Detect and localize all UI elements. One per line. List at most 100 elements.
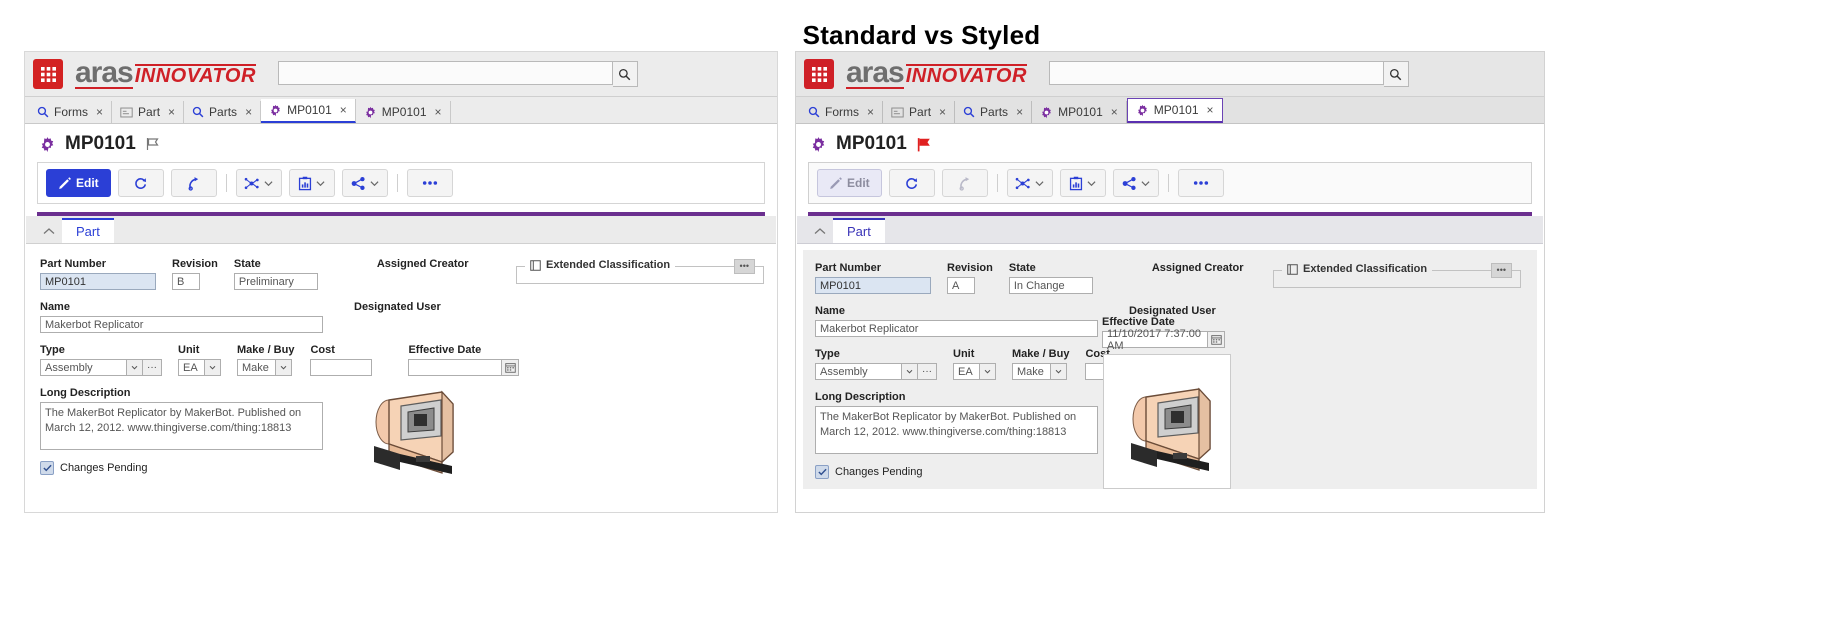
tab-close-icon[interactable]: × [435, 105, 442, 119]
unit-combo[interactable]: EA [178, 359, 221, 376]
tab-parts[interactable]: Parts × [955, 101, 1033, 123]
tab-close-icon[interactable]: × [168, 105, 175, 119]
make-buy-combo[interactable]: Make [237, 359, 294, 376]
state-input[interactable]: In Change [1008, 277, 1093, 294]
changes-pending-checkbox[interactable] [815, 465, 829, 479]
make-buy-combo[interactable]: Make [1012, 363, 1069, 380]
tab-close-icon[interactable]: × [1111, 105, 1118, 119]
outline-flag-icon[interactable] [145, 136, 161, 152]
form-body: Part Part Number MP0101 Revision B State [25, 216, 777, 485]
chevron-down-icon[interactable] [275, 359, 292, 376]
tab-close-icon[interactable]: × [96, 105, 103, 119]
effective-date-combo[interactable]: 11/10/2017 7:37:00 AM [1102, 328, 1225, 352]
form-row-2: Name Makerbot Replicator Designated User [40, 301, 762, 333]
extended-classification-menu[interactable]: ••• [1490, 263, 1512, 278]
refresh-button[interactable] [888, 169, 935, 197]
refresh-button[interactable] [117, 169, 164, 197]
tab-forms[interactable]: Forms × [800, 101, 884, 123]
tab-close-icon[interactable]: × [1207, 103, 1214, 117]
tab-forms[interactable]: Forms × [29, 101, 113, 123]
more-actions-button[interactable] [406, 169, 453, 197]
structure-button[interactable] [235, 169, 282, 197]
field-part-number: Part Number MP0101 [815, 262, 931, 294]
chevron-down-icon[interactable] [1050, 363, 1067, 380]
share-button[interactable] [1112, 169, 1159, 197]
collapse-icon[interactable] [36, 220, 62, 243]
field-revision: Revision B [172, 258, 218, 290]
revision-input[interactable]: B [172, 273, 200, 290]
tab-part[interactable]: Part × [883, 101, 956, 123]
collapse-icon[interactable] [807, 220, 833, 243]
tab-part-section[interactable]: Part [62, 218, 114, 243]
search-input[interactable] [277, 61, 613, 85]
unit-input[interactable]: EA [178, 359, 204, 376]
report-button[interactable] [1059, 169, 1106, 197]
app-grid-icon[interactable] [33, 59, 63, 89]
type-ellipsis-button[interactable]: ··· [142, 359, 162, 376]
part-preview-image [1131, 387, 1211, 471]
redo-button[interactable] [941, 169, 988, 197]
long-description-textarea[interactable]: The MakerBot Replicator by MakerBot. Pub… [40, 402, 323, 450]
tab-mp0101-b[interactable]: MP0101 × [1126, 98, 1223, 123]
tab-mp0101-a[interactable]: MP0101 × [261, 99, 356, 123]
make-buy-input[interactable]: Make [1012, 363, 1050, 380]
redo-button[interactable] [170, 169, 217, 197]
effective-date-input[interactable]: 11/10/2017 7:37:00 AM [1102, 328, 1208, 352]
search-input[interactable] [1048, 61, 1384, 85]
more-actions-button[interactable] [1177, 169, 1224, 197]
tab-mp0101-a[interactable]: MP0101 × [1032, 101, 1127, 123]
app-grid-icon[interactable] [804, 59, 834, 89]
tab-label: Parts [980, 105, 1009, 119]
field-type: Type Assembly ··· [815, 348, 937, 380]
state-input[interactable]: Preliminary [233, 273, 318, 290]
tab-part-section[interactable]: Part [833, 218, 885, 243]
type-combo[interactable]: Assembly ··· [815, 363, 937, 380]
brand-logo: aras INNOVATOR [846, 57, 1027, 90]
unit-input[interactable]: EA [953, 363, 979, 380]
changes-pending-checkbox[interactable] [40, 461, 54, 475]
type-input[interactable]: Assembly [40, 359, 126, 376]
structure-button[interactable] [1006, 169, 1053, 197]
tab-close-icon[interactable]: × [245, 105, 252, 119]
revision-input[interactable]: A [947, 277, 975, 294]
chevron-down-icon[interactable] [901, 363, 918, 380]
extended-classification-header: Extended Classification [525, 259, 676, 271]
search-icon [963, 106, 975, 118]
part-number-input[interactable]: MP0101 [40, 273, 156, 290]
search-button[interactable] [1383, 61, 1409, 87]
type-combo[interactable]: Assembly ··· [40, 359, 162, 376]
field-unit: Unit EA [178, 344, 221, 376]
part-number-input[interactable]: MP0101 [815, 277, 931, 294]
field-label: Unit [953, 348, 975, 360]
report-button[interactable] [288, 169, 335, 197]
type-ellipsis-button[interactable]: ··· [917, 363, 937, 380]
gear-icon [812, 136, 825, 152]
tab-parts[interactable]: Parts × [184, 101, 262, 123]
edit-button[interactable]: Edit [46, 169, 111, 197]
ellipsis-icon [1193, 181, 1208, 185]
action-toolbar: Edit [37, 162, 765, 204]
unit-combo[interactable]: EA [953, 363, 996, 380]
tab-close-icon[interactable]: × [340, 103, 347, 117]
tab-close-icon[interactable]: × [939, 105, 946, 119]
tab-close-icon[interactable]: × [1016, 105, 1023, 119]
calendar-icon[interactable] [1207, 331, 1225, 348]
field-assigned-creator: Assigned Creator [377, 258, 469, 273]
type-input[interactable]: Assembly [815, 363, 901, 380]
chevron-down-icon[interactable] [204, 359, 221, 376]
tab-close-icon[interactable]: × [867, 105, 874, 119]
chevron-down-icon[interactable] [126, 359, 143, 376]
make-buy-input[interactable]: Make [237, 359, 275, 376]
red-flag-icon[interactable] [916, 136, 933, 153]
calendar-icon[interactable] [501, 359, 520, 376]
long-description-textarea[interactable]: The MakerBot Replicator by MakerBot. Pub… [815, 406, 1098, 454]
name-input[interactable]: Makerbot Replicator [40, 316, 323, 333]
share-button[interactable] [341, 169, 388, 197]
tab-mp0101-b[interactable]: MP0101 × [356, 101, 451, 123]
name-input[interactable]: Makerbot Replicator [815, 320, 1098, 337]
extended-classification-menu[interactable]: ••• [733, 259, 755, 274]
chevron-down-icon[interactable] [979, 363, 996, 380]
tab-part[interactable]: Part × [112, 101, 185, 123]
search-button[interactable] [612, 61, 638, 87]
edit-button[interactable]: Edit [817, 169, 882, 197]
